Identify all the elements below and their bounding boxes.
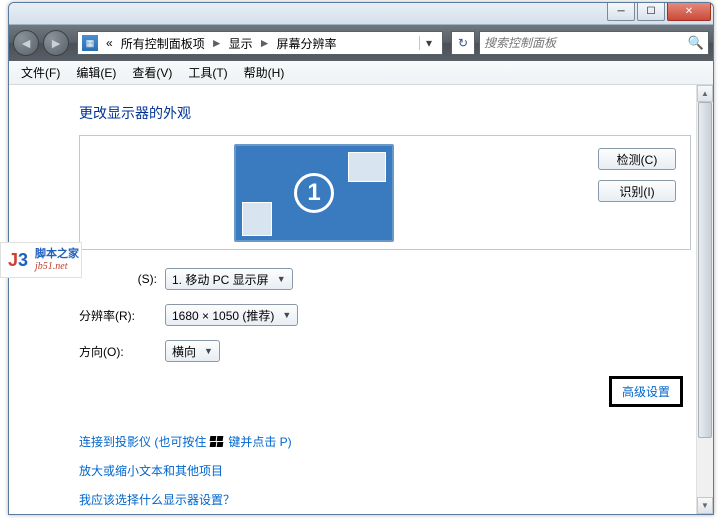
scroll-track[interactable] [697,102,713,497]
scroll-thumb[interactable] [698,102,712,438]
identify-button[interactable]: 识别(I) [598,180,676,202]
breadcrumb-prefix: « [102,36,117,50]
minimize-button[interactable]: ─ [607,3,635,21]
close-button[interactable]: ✕ [667,3,711,21]
menu-view[interactable]: 查看(V) [124,64,180,81]
orientation-dropdown[interactable]: 横向 ▼ [165,340,220,362]
scroll-down-button[interactable]: ▼ [697,497,713,514]
detect-button[interactable]: 检测(C) [598,148,676,170]
orientation-label: 方向(O): [79,343,165,360]
search-icon[interactable]: 🔍 [688,35,704,51]
menu-help[interactable]: 帮助(H) [236,64,293,81]
search-input[interactable] [484,36,688,50]
titlebar: ─ ☐ ✕ [9,3,713,25]
chevron-down-icon: ▼ [277,274,286,284]
projector-link-line: 连接到投影仪 (也可按住 键并点击 P) [79,433,691,450]
address-dropdown[interactable]: ▾ [419,36,438,50]
refresh-button[interactable]: ↻ [451,31,475,55]
resolution-row: 分辨率(R): 1680 × 1050 (推荐) ▼ [79,304,691,326]
orientation-value: 横向 [172,343,196,360]
breadcrumb-seg[interactable]: 显示 [225,35,257,52]
forward-button[interactable]: ► [43,30,69,56]
back-button[interactable]: ◄ [13,30,39,56]
breadcrumb-seg[interactable]: 所有控制面板项 [117,35,209,52]
content-area: 更改显示器的外观 1 检测(C) 识别(I) (S): 1. 移动 PC 显示屏… [9,85,713,514]
vertical-scrollbar[interactable]: ▲ ▼ [696,85,713,514]
bottom-links: 连接到投影仪 (也可按住 键并点击 P) 放大或缩小文本和其他项目 我应该选择什… [79,407,691,508]
projector-link-suffix[interactable]: 键并点击 P) [228,433,291,450]
monitor-thumbnail[interactable]: 1 [234,144,394,242]
menu-edit[interactable]: 编辑(E) [68,64,124,81]
display-value: 1. 移动 PC 显示屏 [172,271,269,288]
monitor-arrangement[interactable]: 1 检测(C) 识别(I) [79,135,691,250]
address-bar[interactable]: ▦ « 所有控制面板项 ► 显示 ► 屏幕分辨率 ▾ [77,31,443,55]
menu-tools[interactable]: 工具(T) [180,64,235,81]
scroll-up-button[interactable]: ▲ [697,85,713,102]
breadcrumb-sep: ► [257,36,273,50]
watermark: J3 脚本之家 jb51.net [0,242,82,278]
resolution-label: 分辨率(R): [79,307,165,324]
page-title: 更改显示器的外观 [79,103,691,123]
navbar: ◄ ► ▦ « 所有控制面板项 ► 显示 ► 屏幕分辨率 ▾ ↻ 🔍 [9,25,713,61]
watermark-text: 脚本之家 [35,248,79,260]
advanced-settings-highlight: 高级设置 [609,376,683,407]
resolution-dropdown[interactable]: 1680 × 1050 (推荐) ▼ [165,304,298,326]
orientation-row: 方向(O): 横向 ▼ [79,340,691,362]
display-row: (S): 1. 移动 PC 显示屏 ▼ [79,268,691,290]
menubar: 文件(F) 编辑(E) 查看(V) 工具(T) 帮助(H) [9,61,713,85]
search-bar[interactable]: 🔍 [479,31,709,55]
chevron-down-icon: ▼ [204,346,213,356]
display-label: (S): [79,272,165,286]
breadcrumb-sep: ► [209,36,225,50]
maximize-button[interactable]: ☐ [637,3,665,21]
projector-link[interactable]: 连接到投影仪 (也可按住 [79,433,206,450]
which-settings-link[interactable]: 我应该选择什么显示器设置？ [79,491,691,508]
display-dropdown[interactable]: 1. 移动 PC 显示屏 ▼ [165,268,293,290]
chevron-down-icon: ▼ [282,310,291,320]
preview-window-icon [242,202,272,236]
resolution-value: 1680 × 1050 (推荐) [172,307,274,324]
menu-file[interactable]: 文件(F) [13,64,68,81]
advanced-settings-link[interactable]: 高级设置 [622,385,670,399]
preview-window-icon [348,152,386,182]
text-size-link[interactable]: 放大或缩小文本和其他项目 [79,462,691,479]
breadcrumb-seg[interactable]: 屏幕分辨率 [273,35,341,52]
watermark-logo-icon: J3 [3,245,33,275]
control-panel-icon: ▦ [82,35,98,51]
watermark-url: jb51.net [35,261,79,272]
monitor-number: 1 [294,173,334,213]
window: ─ ☐ ✕ ◄ ► ▦ « 所有控制面板项 ► 显示 ► 屏幕分辨率 ▾ ↻ 🔍… [8,2,714,515]
windows-key-icon [210,436,224,448]
